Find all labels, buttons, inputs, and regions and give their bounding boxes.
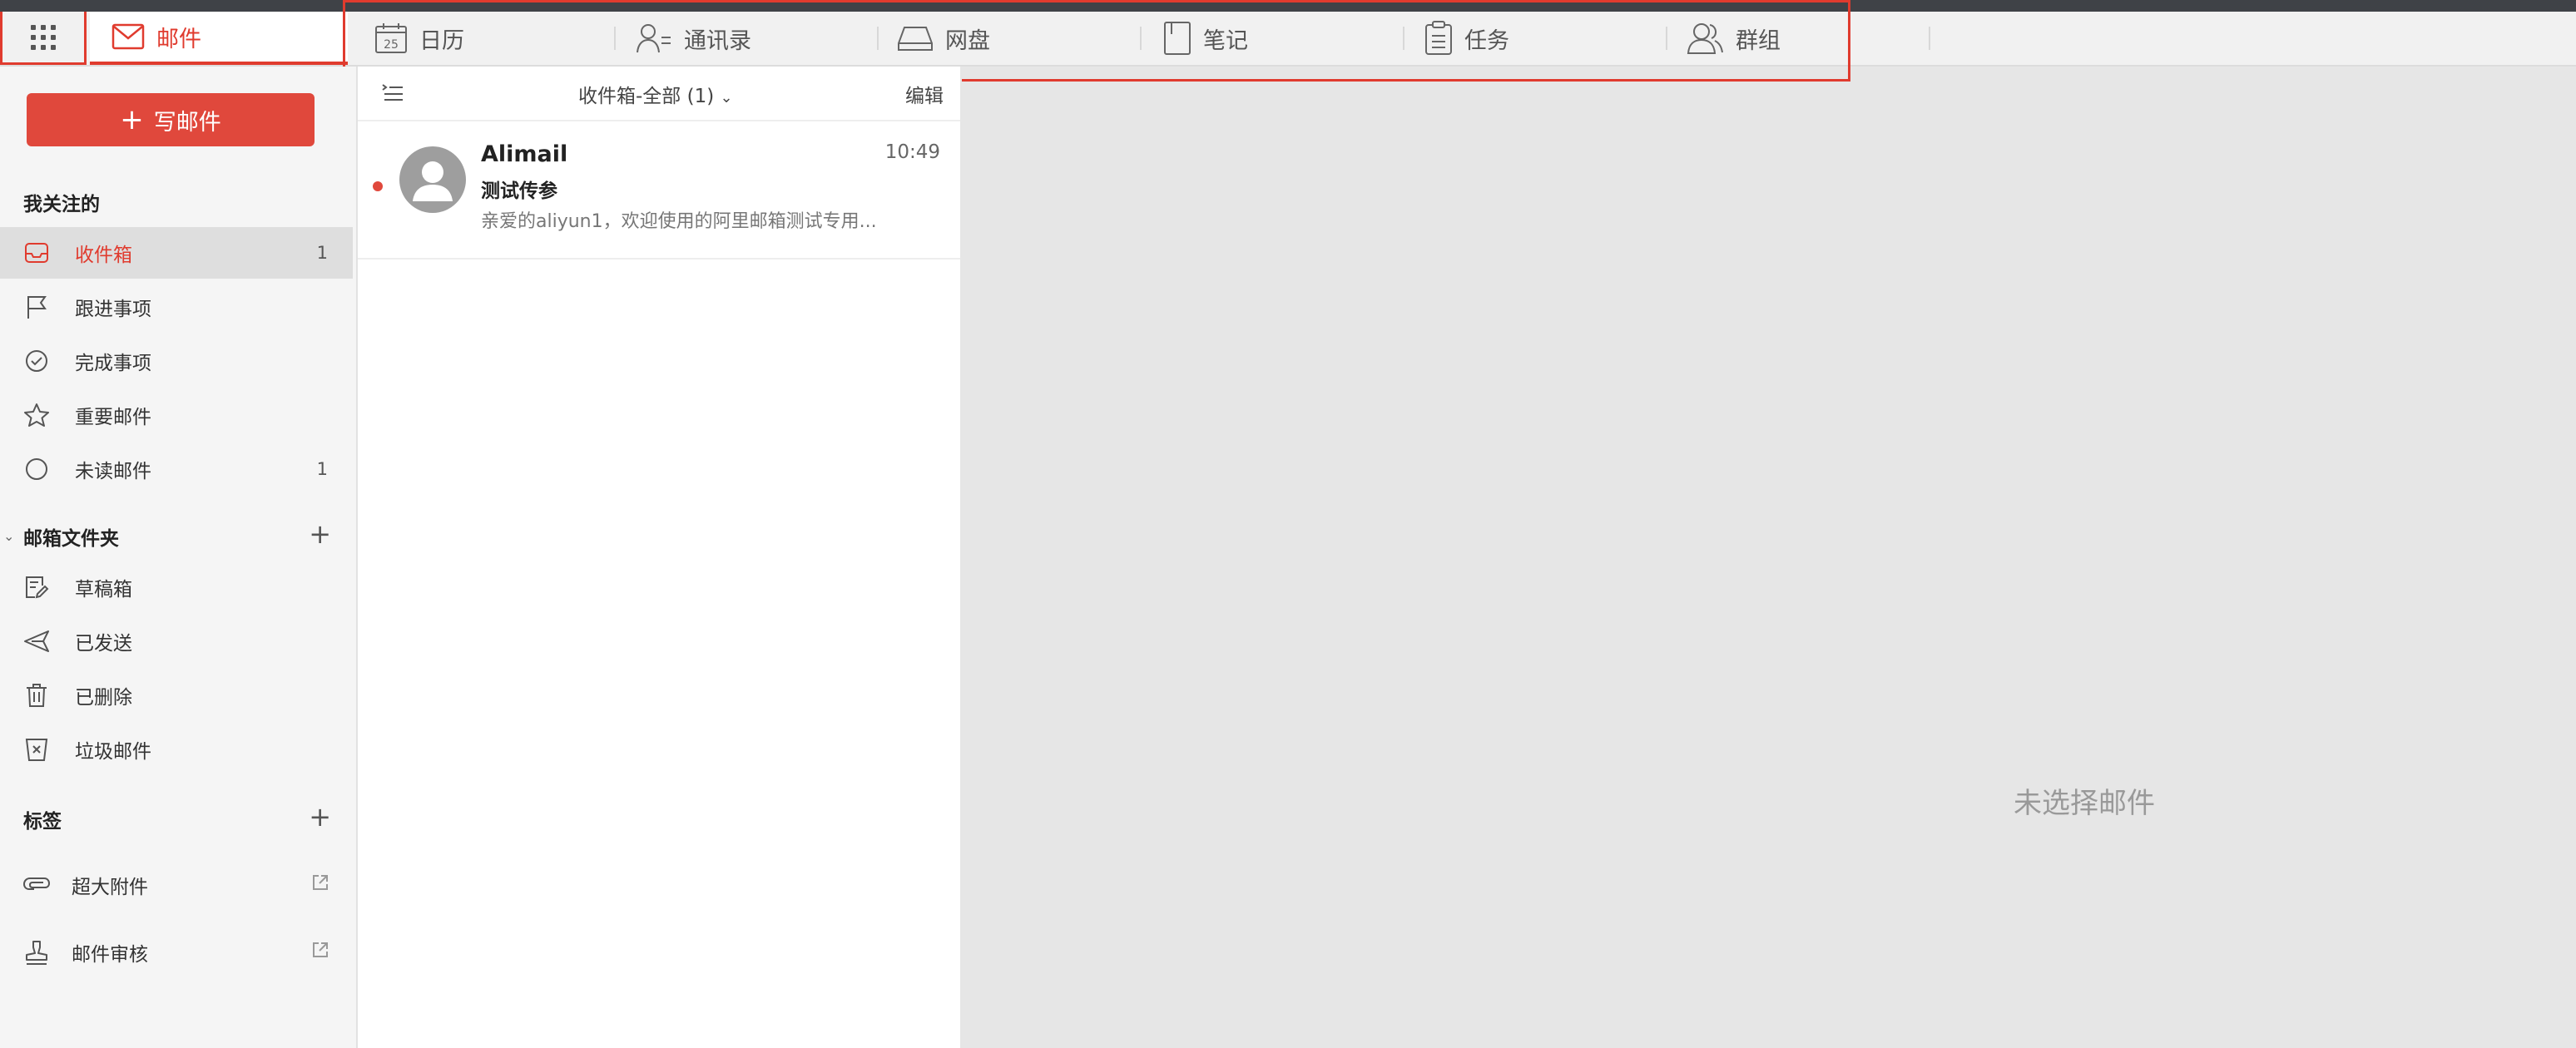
tab-drive[interactable]: 网盘 bbox=[879, 12, 1142, 65]
add-tag-button[interactable]: + bbox=[309, 803, 331, 830]
sidebar-item-done[interactable]: 完成事项 bbox=[0, 335, 353, 387]
notes-icon bbox=[1163, 21, 1191, 56]
sidebar-item-starred[interactable]: 重要邮件 bbox=[0, 389, 353, 441]
sidebar-item-label: 垃圾邮件 bbox=[75, 741, 151, 763]
app-launcher-button[interactable] bbox=[0, 12, 87, 65]
sidebar-item-label: 草稿箱 bbox=[75, 579, 132, 601]
mail-list-header: 收件箱-全部 (1) ⌄ 编辑 bbox=[358, 67, 960, 121]
sidebar-item-label: 超大附件 bbox=[72, 877, 148, 898]
external-link-icon[interactable] bbox=[311, 873, 329, 897]
tags-section-title: 标签 bbox=[23, 811, 62, 833]
mail-sender: Alimail bbox=[481, 141, 568, 167]
sidebar-item-spam[interactable]: 垃圾邮件 bbox=[0, 724, 353, 775]
folders-section-title: 邮箱文件夹 bbox=[23, 528, 119, 550]
tab-notes[interactable]: 笔记 bbox=[1142, 12, 1404, 65]
tab-calendar[interactable]: 25 日历 bbox=[349, 12, 616, 65]
window-top-strip bbox=[0, 0, 2576, 12]
tab-tasks[interactable]: 任务 bbox=[1404, 12, 1667, 65]
sidebar-item-label: 跟进事项 bbox=[75, 299, 151, 320]
draft-icon bbox=[20, 575, 53, 600]
external-link-icon[interactable] bbox=[311, 941, 329, 964]
app-tab-bar: 邮件 25 日历 通讯录 网盘 笔记 任务 群组 bbox=[0, 12, 2576, 67]
edit-button[interactable]: 编辑 bbox=[905, 80, 944, 108]
send-icon bbox=[20, 630, 53, 653]
folder-filter-label: 收件箱-全部 (1) bbox=[578, 86, 715, 107]
stamp-icon bbox=[20, 939, 53, 966]
add-folder-button[interactable]: + bbox=[309, 521, 331, 547]
check-circle-icon bbox=[20, 349, 53, 373]
tab-divider bbox=[1929, 27, 1930, 50]
unread-indicator bbox=[373, 181, 383, 191]
mail-list-pane: 收件箱-全部 (1) ⌄ 编辑 Alimail 10:49 测试传参 亲爱的al… bbox=[358, 67, 962, 1048]
folder-filter-dropdown[interactable]: 收件箱-全部 (1) ⌄ bbox=[578, 80, 733, 108]
circle-icon bbox=[20, 457, 53, 482]
unread-count: 1 bbox=[316, 459, 328, 479]
tab-mail[interactable]: 邮件 bbox=[90, 12, 348, 65]
mail-preview: 亲爱的aliyun1，欢迎使用的阿里邮箱测试专用... bbox=[481, 211, 877, 232]
paperclip-icon bbox=[20, 876, 53, 894]
contacts-icon bbox=[636, 22, 672, 54]
sidebar-item-label: 重要邮件 bbox=[75, 407, 151, 428]
drive-icon bbox=[897, 25, 934, 52]
chevron-down-icon: ⌄ bbox=[720, 89, 733, 106]
sidebar-item-large-attachment[interactable]: 超大附件 bbox=[0, 859, 353, 911]
avatar bbox=[399, 146, 466, 213]
list-menu-icon[interactable] bbox=[381, 82, 404, 105]
grid-icon bbox=[31, 24, 56, 50]
sidebar-item-label: 已删除 bbox=[75, 687, 132, 709]
sidebar-item-label: 邮件审核 bbox=[72, 944, 148, 966]
mail-list-item[interactable]: Alimail 10:49 测试传参 亲爱的aliyun1，欢迎使用的阿里邮箱测… bbox=[358, 123, 960, 260]
mail-icon bbox=[111, 23, 145, 50]
no-mail-selected-text: 未选择邮件 bbox=[2014, 787, 2155, 820]
tab-groups[interactable]: 群组 bbox=[1667, 12, 1930, 65]
tab-label: 日历 bbox=[419, 27, 464, 54]
star-icon bbox=[20, 403, 53, 428]
sidebar-item-trash[interactable]: 已删除 bbox=[0, 670, 353, 721]
sidebar-item-drafts[interactable]: 草稿箱 bbox=[0, 561, 353, 613]
tab-contacts[interactable]: 通讯录 bbox=[616, 12, 879, 65]
calendar-day-text: 25 bbox=[384, 38, 399, 52]
mail-subject: 测试传参 bbox=[481, 180, 557, 202]
unread-count: 1 bbox=[316, 243, 328, 263]
sidebar-item-unread[interactable]: 未读邮件 1 bbox=[0, 443, 353, 495]
compose-label: 写邮件 bbox=[153, 109, 221, 136]
sidebar-item-label: 未读邮件 bbox=[75, 461, 151, 482]
plus-icon: + bbox=[120, 103, 144, 136]
sidebar-item-inbox[interactable]: 收件箱 1 bbox=[0, 227, 353, 279]
tab-label: 邮件 bbox=[156, 26, 201, 52]
tab-label: 群组 bbox=[1736, 27, 1781, 54]
sidebar-item-followup[interactable]: 跟进事项 bbox=[0, 281, 353, 333]
chevron-down-icon[interactable]: ⌄ bbox=[3, 528, 14, 544]
tab-label: 笔记 bbox=[1203, 27, 1248, 54]
flag-icon bbox=[20, 294, 53, 319]
sidebar: + 写邮件 我关注的 收件箱 1 跟进事项 完成事项 重要邮件 未读邮件 1 ⌄… bbox=[0, 67, 358, 1048]
mail-time: 10:49 bbox=[884, 141, 940, 163]
sidebar-item-mail-review[interactable]: 邮件审核 bbox=[0, 927, 353, 978]
groups-icon bbox=[1686, 22, 1724, 55]
favorites-section-title: 我关注的 bbox=[23, 194, 100, 215]
inbox-icon bbox=[20, 242, 53, 264]
tab-label: 任务 bbox=[1464, 27, 1509, 54]
trash-icon bbox=[20, 683, 53, 708]
sidebar-item-label: 已发送 bbox=[75, 633, 132, 655]
sidebar-item-label: 收件箱 bbox=[75, 245, 132, 266]
tab-label: 网盘 bbox=[945, 27, 990, 54]
sidebar-item-label: 完成事项 bbox=[75, 353, 151, 374]
sidebar-item-sent[interactable]: 已发送 bbox=[0, 615, 353, 667]
tab-label: 通讯录 bbox=[684, 27, 751, 54]
compose-button[interactable]: + 写邮件 bbox=[27, 93, 315, 146]
spam-icon bbox=[20, 737, 53, 762]
calendar-icon: 25 bbox=[374, 22, 408, 54]
tasks-icon bbox=[1424, 21, 1453, 56]
